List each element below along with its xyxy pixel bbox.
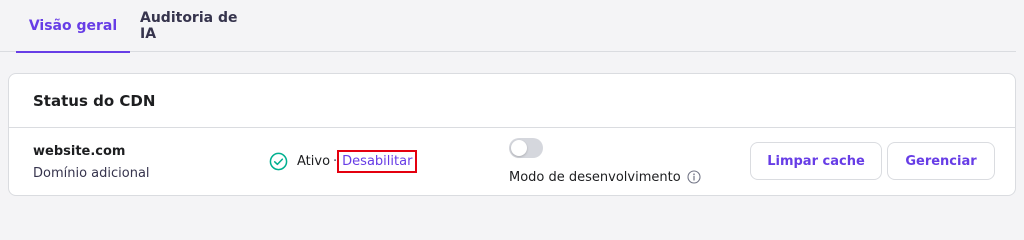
toggle-knob bbox=[511, 140, 527, 156]
dev-mode: Modo de desenvolvimento bbox=[509, 168, 701, 186]
domain-type: Domínio adicional bbox=[33, 166, 150, 181]
cdn-status-card: Status do CDN website.com Domínio adicio… bbox=[8, 73, 1016, 196]
dev-mode-toggle[interactable] bbox=[509, 138, 543, 158]
tab-auditoria-ia[interactable]: Auditoria de IA bbox=[140, 0, 258, 52]
tab-visao-geral[interactable]: Visão geral bbox=[16, 0, 130, 53]
card-title: Status do CDN bbox=[33, 92, 156, 110]
clear-cache-button[interactable]: Limpar cache bbox=[750, 142, 882, 180]
card-header: Status do CDN bbox=[9, 74, 1015, 128]
check-circle-icon bbox=[269, 152, 288, 170]
cdn-status: Ativo · Desabilitar bbox=[269, 149, 418, 173]
info-icon[interactable] bbox=[687, 170, 701, 184]
tab-label: Visão geral bbox=[28, 18, 118, 34]
dev-mode-label: Modo de desenvolvimento bbox=[509, 169, 681, 185]
domain-name: website.com bbox=[33, 144, 126, 159]
status-label: Ativo bbox=[297, 153, 331, 169]
tab-label: Auditoria de IA bbox=[140, 10, 238, 42]
status-separator: · bbox=[333, 153, 338, 169]
tab-bar: Visão geral Auditoria de IA bbox=[0, 0, 1016, 53]
disable-cdn-link[interactable]: Desabilitar bbox=[337, 149, 418, 173]
manage-button[interactable]: Gerenciar bbox=[887, 142, 995, 180]
